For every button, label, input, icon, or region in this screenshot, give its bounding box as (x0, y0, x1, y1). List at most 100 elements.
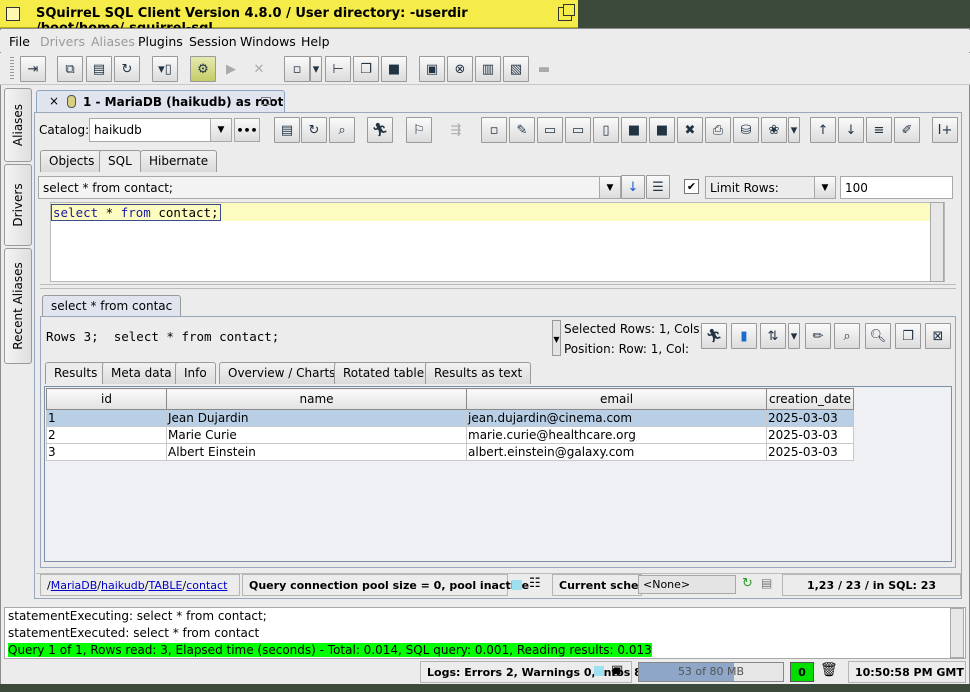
list-icon[interactable]: ≡ (866, 117, 892, 143)
table-cell[interactable]: Jean Dujardin (166, 409, 467, 427)
pencil-icon[interactable]: ✐ (894, 117, 920, 143)
tree-icon[interactable]: ⊢ (325, 56, 351, 82)
sidebar-tab-aliases[interactable]: Aliases (4, 88, 32, 162)
tab-results-as-text[interactable]: Results as text (425, 362, 532, 384)
print-icon[interactable]: ⎙ (705, 117, 731, 143)
chevron-down-icon[interactable]: ▾ (788, 117, 800, 143)
schema-list-icon[interactable]: ▤ (761, 576, 772, 590)
results-grid[interactable]: id name email creation_date 1 Jean Dujar… (44, 386, 952, 562)
search-doc-icon[interactable]: ⌕ (329, 117, 355, 143)
tab-results[interactable]: Results (45, 362, 107, 384)
column-header-creation-date[interactable]: creation_date (765, 388, 855, 410)
sql-history-select[interactable]: select * from contact; (38, 176, 601, 199)
play-icon[interactable]: ▶ (218, 56, 244, 82)
table-cell[interactable]: jean.dujardin@cinema.com (466, 409, 767, 427)
session-properties-icon[interactable]: ▤ (86, 56, 112, 82)
log-panel[interactable]: statementExecuting: select * from contac… (4, 607, 966, 659)
column-header-email[interactable]: email (466, 388, 767, 410)
sql-editor-text[interactable]: select * from contact; (51, 204, 221, 221)
path-link[interactable]: contact (186, 579, 227, 592)
menu-file[interactable]: File (9, 34, 30, 49)
table-row[interactable]: 1 Jean Dujardin jean.dujardin@cinema.com… (46, 409, 855, 427)
save-as-icon[interactable]: ■ (649, 117, 675, 143)
table-row[interactable]: 3 Albert Einstein albert.einstein@galaxy… (46, 443, 855, 461)
path-link[interactable]: MariaDB (51, 579, 98, 592)
rerun-icon[interactable]: 🏃︎ (701, 323, 727, 349)
chevron-down-icon[interactable]: ▾ (310, 56, 322, 82)
menu-aliases[interactable]: Aliases (91, 34, 135, 49)
refresh-icon[interactable]: ↻ (742, 576, 753, 591)
history-list-icon[interactable]: ☰ (646, 175, 670, 199)
table-cell[interactable]: 2025-03-03 (765, 443, 855, 461)
clear-icon[interactable]: ✖ (677, 117, 703, 143)
column-header-id[interactable]: id (46, 388, 167, 410)
bookmark-icon[interactable]: ⛁ (733, 117, 759, 143)
arrow-up-icon[interactable]: ↑ (810, 117, 836, 143)
copy-icon[interactable]: ❐ (353, 56, 379, 82)
sql-editor[interactable]: select * from contact; (50, 202, 945, 282)
table-cell[interactable]: albert.einstein@galaxy.com (466, 443, 767, 461)
reconnect-icon[interactable]: ↻ (114, 56, 140, 82)
arrow-down-icon[interactable]: ↓ (838, 117, 864, 143)
chevron-down-icon[interactable]: ▼ (599, 176, 621, 199)
menu-session[interactable]: Session (189, 34, 237, 49)
connect-icon[interactable]: ⇥ (20, 56, 46, 82)
menu-drivers[interactable]: Drivers (40, 34, 85, 49)
editor-scrollbar[interactable] (930, 202, 944, 282)
path-link[interactable]: TABLE (148, 579, 182, 592)
close-result-icon[interactable]: ⊠ (925, 323, 951, 349)
edit-pencil-icon[interactable]: ✏ (805, 323, 831, 349)
table-cell[interactable]: 2025-03-03 (765, 409, 855, 427)
session-tab[interactable]: × 1 - MariaDB (haikudb) as root (36, 90, 285, 113)
log-scrollbar[interactable] (950, 608, 964, 658)
new-session-icon[interactable]: ⧉ (57, 56, 83, 82)
chevron-down-icon[interactable]: ▼ (210, 118, 232, 142)
refresh-icon[interactable]: ↻ (301, 117, 327, 143)
table-cell[interactable]: Albert Einstein (166, 443, 467, 461)
menu-plugins[interactable]: Plugins (138, 34, 183, 49)
insert-text-icon[interactable]: I+ (932, 117, 958, 143)
paw-icon[interactable]: ❀ (761, 117, 787, 143)
column-header-name[interactable]: name (166, 388, 467, 410)
table-cell[interactable]: 2025-03-03 (765, 426, 855, 444)
edit-sql-icon[interactable]: ✎ (509, 117, 535, 143)
zoom-window-icon[interactable] (558, 4, 575, 21)
new-file-icon[interactable]: ▫ (284, 56, 310, 82)
compare-icon[interactable]: ⇅ (760, 323, 786, 349)
schema-select[interactable]: <None> (638, 575, 736, 594)
table-cell[interactable]: 2 (46, 426, 167, 444)
find-doc-icon[interactable]: ⌕ (834, 323, 860, 349)
undock-icon[interactable] (261, 97, 271, 105)
tab-rotated-table[interactable]: Rotated table (334, 362, 434, 384)
open-recent-icon[interactable]: ▭ (565, 117, 591, 143)
tab-hibernate[interactable]: Hibernate (140, 150, 218, 172)
chat-icon[interactable]: ▬ (531, 56, 557, 82)
splitter[interactable] (40, 284, 956, 289)
tab-objects[interactable]: Objects (40, 150, 104, 172)
window-title-bar[interactable]: SQuirreL SQL Client Version 4.8.0 / User… (0, 0, 578, 36)
sidebar-tab-drivers[interactable]: Drivers (4, 164, 32, 246)
open-file-icon[interactable]: ▯ (593, 117, 619, 143)
limit-rows-checkbox[interactable]: ✔ (684, 179, 699, 194)
chevron-down-icon[interactable]: ▼ (814, 176, 836, 199)
path-link[interactable]: haikudb (101, 579, 145, 592)
list-icon[interactable]: ☷ (529, 576, 541, 591)
menu-windows[interactable]: Windows (240, 34, 296, 49)
result-tab[interactable]: select * from contac (42, 295, 182, 317)
limit-rows-input[interactable]: 100 (840, 176, 953, 199)
table-row[interactable]: 2 Marie Curie marie.curie@healthcare.org… (46, 426, 855, 444)
sql-tool-icon[interactable]: ▤ (274, 117, 300, 143)
window-close-icon[interactable]: ⊗ (447, 56, 473, 82)
new-sql-icon[interactable]: ▫ (481, 117, 507, 143)
tab-sql[interactable]: SQL (99, 150, 141, 172)
chevron-down-icon[interactable]: ▼ (552, 320, 561, 356)
trash-icon[interactable]: 🗑︎ (820, 662, 838, 678)
run-man-icon[interactable]: 🏃︎ (367, 117, 393, 143)
tab-info[interactable]: Info (175, 362, 216, 384)
export-icon[interactable]: ▮ (731, 323, 757, 349)
save-sql-icon[interactable]: ■ (621, 117, 647, 143)
monitor-icon[interactable]: ▣ (611, 663, 623, 678)
format-icon[interactable]: ⇶ (443, 117, 469, 143)
run-sql-icon[interactable]: ⚙ (190, 56, 216, 82)
close-session-icon[interactable]: × (49, 94, 59, 108)
